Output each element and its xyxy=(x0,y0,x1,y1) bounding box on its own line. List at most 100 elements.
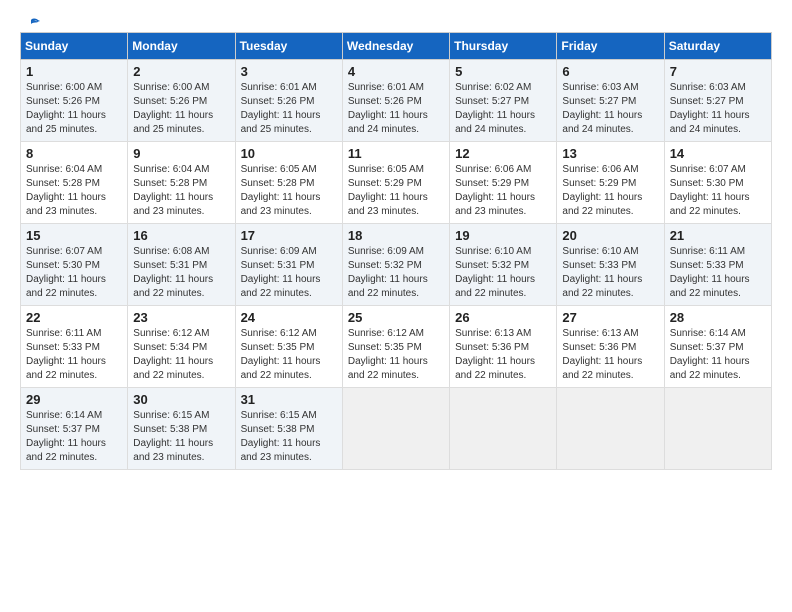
calendar-cell: 19 Sunrise: 6:10 AM Sunset: 5:32 PM Dayli… xyxy=(450,224,557,306)
day-info: Sunrise: 6:04 AM Sunset: 5:28 PM Dayligh… xyxy=(26,163,122,219)
day-number: 1 xyxy=(26,64,122,79)
day-number: 8 xyxy=(26,146,122,161)
calendar-cell: 10 Sunrise: 6:05 AM Sunset: 5:28 PM Dayli… xyxy=(235,142,342,224)
calendar-week-5: 29 Sunrise: 6:14 AM Sunset: 5:37 PM Dayli… xyxy=(21,388,772,470)
calendar-cell: 18 Sunrise: 6:09 AM Sunset: 5:32 PM Dayli… xyxy=(342,224,449,306)
calendar-weekday-saturday: Saturday xyxy=(664,33,771,60)
day-info: Sunrise: 6:09 AM Sunset: 5:31 PM Dayligh… xyxy=(241,245,337,301)
calendar-cell xyxy=(342,388,449,470)
calendar-weekday-wednesday: Wednesday xyxy=(342,33,449,60)
day-info: Sunrise: 6:12 AM Sunset: 5:35 PM Dayligh… xyxy=(241,327,337,383)
day-info: Sunrise: 6:05 AM Sunset: 5:28 PM Dayligh… xyxy=(241,163,337,219)
day-number: 20 xyxy=(562,228,658,243)
day-info: Sunrise: 6:12 AM Sunset: 5:35 PM Dayligh… xyxy=(348,327,444,383)
calendar-cell: 27Sunrise: 6:13 AM Sunset: 5:36 PM Dayli… xyxy=(557,306,664,388)
calendar-cell: 2 Sunrise: 6:00 AM Sunset: 5:26 PM Daylig… xyxy=(128,60,235,142)
calendar-weekday-thursday: Thursday xyxy=(450,33,557,60)
day-number: 27 xyxy=(562,310,658,325)
day-info: Sunrise: 6:03 AM Sunset: 5:27 PM Dayligh… xyxy=(562,81,658,137)
calendar-weekday-sunday: Sunday xyxy=(21,33,128,60)
calendar-weekday-monday: Monday xyxy=(128,33,235,60)
day-info: Sunrise: 6:01 AM Sunset: 5:26 PM Dayligh… xyxy=(241,81,337,137)
day-number: 22 xyxy=(26,310,122,325)
day-info: Sunrise: 6:12 AM Sunset: 5:34 PM Dayligh… xyxy=(133,327,229,383)
calendar-cell: 16 Sunrise: 6:08 AM Sunset: 5:31 PM Dayli… xyxy=(128,224,235,306)
calendar-week-3: 15 Sunrise: 6:07 AM Sunset: 5:30 PM Dayli… xyxy=(21,224,772,306)
calendar-header-row: SundayMondayTuesdayWednesdayThursdayFrid… xyxy=(21,33,772,60)
calendar-cell: 23Sunrise: 6:12 AM Sunset: 5:34 PM Dayli… xyxy=(128,306,235,388)
day-number: 3 xyxy=(241,64,337,79)
calendar-cell: 11 Sunrise: 6:05 AM Sunset: 5:29 PM Dayli… xyxy=(342,142,449,224)
calendar-table: SundayMondayTuesdayWednesdayThursdayFrid… xyxy=(20,32,772,470)
calendar-cell: 1 Sunrise: 6:00 AM Sunset: 5:26 PM Daylig… xyxy=(21,60,128,142)
calendar-cell: 8 Sunrise: 6:04 AM Sunset: 5:28 PM Daylig… xyxy=(21,142,128,224)
day-info: Sunrise: 6:03 AM Sunset: 5:27 PM Dayligh… xyxy=(670,81,766,137)
day-info: Sunrise: 6:00 AM Sunset: 5:26 PM Dayligh… xyxy=(26,81,122,137)
calendar-cell: 12Sunrise: 6:06 AM Sunset: 5:29 PM Dayli… xyxy=(450,142,557,224)
calendar-cell: 14Sunrise: 6:07 AM Sunset: 5:30 PM Dayli… xyxy=(664,142,771,224)
calendar-cell: 29 Sunrise: 6:14 AM Sunset: 5:37 PM Dayli… xyxy=(21,388,128,470)
day-number: 11 xyxy=(348,146,444,161)
calendar-cell xyxy=(557,388,664,470)
day-info: Sunrise: 6:11 AM Sunset: 5:33 PM Dayligh… xyxy=(670,245,766,301)
day-number: 29 xyxy=(26,392,122,407)
day-number: 21 xyxy=(670,228,766,243)
day-info: Sunrise: 6:05 AM Sunset: 5:29 PM Dayligh… xyxy=(348,163,444,219)
day-number: 2 xyxy=(133,64,229,79)
calendar-cell: 28Sunrise: 6:14 AM Sunset: 5:37 PM Dayli… xyxy=(664,306,771,388)
calendar-cell: 26 Sunrise: 6:13 AM Sunset: 5:36 PM Dayli… xyxy=(450,306,557,388)
calendar-cell: 5Sunrise: 6:02 AM Sunset: 5:27 PM Daylig… xyxy=(450,60,557,142)
calendar-cell: 7Sunrise: 6:03 AM Sunset: 5:27 PM Daylig… xyxy=(664,60,771,142)
day-number: 16 xyxy=(133,228,229,243)
calendar-cell: 21 Sunrise: 6:11 AM Sunset: 5:33 PM Dayli… xyxy=(664,224,771,306)
calendar-cell: 4 Sunrise: 6:01 AM Sunset: 5:26 PM Daylig… xyxy=(342,60,449,142)
calendar-week-2: 8 Sunrise: 6:04 AM Sunset: 5:28 PM Daylig… xyxy=(21,142,772,224)
day-info: Sunrise: 6:09 AM Sunset: 5:32 PM Dayligh… xyxy=(348,245,444,301)
day-number: 4 xyxy=(348,64,444,79)
calendar-cell: 30 Sunrise: 6:15 AM Sunset: 5:38 PM Dayli… xyxy=(128,388,235,470)
calendar-cell: 31 Sunrise: 6:15 AM Sunset: 5:38 PM Dayli… xyxy=(235,388,342,470)
day-number: 25 xyxy=(348,310,444,325)
day-number: 31 xyxy=(241,392,337,407)
day-number: 13 xyxy=(562,146,658,161)
day-info: Sunrise: 6:06 AM Sunset: 5:29 PM Dayligh… xyxy=(562,163,658,219)
day-info: Sunrise: 6:01 AM Sunset: 5:26 PM Dayligh… xyxy=(348,81,444,137)
calendar-cell: 9 Sunrise: 6:04 AM Sunset: 5:28 PM Daylig… xyxy=(128,142,235,224)
calendar-cell xyxy=(664,388,771,470)
day-number: 18 xyxy=(348,228,444,243)
day-info: Sunrise: 6:10 AM Sunset: 5:32 PM Dayligh… xyxy=(455,245,551,301)
day-number: 24 xyxy=(241,310,337,325)
calendar-cell: 6Sunrise: 6:03 AM Sunset: 5:27 PM Daylig… xyxy=(557,60,664,142)
day-number: 15 xyxy=(26,228,122,243)
calendar-cell: 20 Sunrise: 6:10 AM Sunset: 5:33 PM Dayli… xyxy=(557,224,664,306)
day-info: Sunrise: 6:15 AM Sunset: 5:38 PM Dayligh… xyxy=(241,409,337,465)
day-info: Sunrise: 6:15 AM Sunset: 5:38 PM Dayligh… xyxy=(133,409,229,465)
calendar-week-4: 22 Sunrise: 6:11 AM Sunset: 5:33 PM Dayli… xyxy=(21,306,772,388)
calendar-weekday-friday: Friday xyxy=(557,33,664,60)
day-info: Sunrise: 6:13 AM Sunset: 5:36 PM Dayligh… xyxy=(455,327,551,383)
day-info: Sunrise: 6:14 AM Sunset: 5:37 PM Dayligh… xyxy=(670,327,766,383)
calendar-cell: 13 Sunrise: 6:06 AM Sunset: 5:29 PM Dayli… xyxy=(557,142,664,224)
day-info: Sunrise: 6:08 AM Sunset: 5:31 PM Dayligh… xyxy=(133,245,229,301)
day-info: Sunrise: 6:06 AM Sunset: 5:29 PM Dayligh… xyxy=(455,163,551,219)
day-number: 5 xyxy=(455,64,551,79)
day-number: 30 xyxy=(133,392,229,407)
calendar-weekday-tuesday: Tuesday xyxy=(235,33,342,60)
day-number: 19 xyxy=(455,228,551,243)
page-header xyxy=(20,20,772,22)
day-info: Sunrise: 6:14 AM Sunset: 5:37 PM Dayligh… xyxy=(26,409,122,465)
calendar-cell: 25 Sunrise: 6:12 AM Sunset: 5:35 PM Dayli… xyxy=(342,306,449,388)
day-info: Sunrise: 6:04 AM Sunset: 5:28 PM Dayligh… xyxy=(133,163,229,219)
day-info: Sunrise: 6:11 AM Sunset: 5:33 PM Dayligh… xyxy=(26,327,122,383)
day-info: Sunrise: 6:07 AM Sunset: 5:30 PM Dayligh… xyxy=(670,163,766,219)
day-number: 10 xyxy=(241,146,337,161)
day-info: Sunrise: 6:10 AM Sunset: 5:33 PM Dayligh… xyxy=(562,245,658,301)
day-number: 9 xyxy=(133,146,229,161)
day-number: 26 xyxy=(455,310,551,325)
calendar-cell: 24 Sunrise: 6:12 AM Sunset: 5:35 PM Dayli… xyxy=(235,306,342,388)
day-number: 17 xyxy=(241,228,337,243)
day-info: Sunrise: 6:07 AM Sunset: 5:30 PM Dayligh… xyxy=(26,245,122,301)
day-info: Sunrise: 6:00 AM Sunset: 5:26 PM Dayligh… xyxy=(133,81,229,137)
calendar-cell: 3 Sunrise: 6:01 AM Sunset: 5:26 PM Daylig… xyxy=(235,60,342,142)
calendar-week-1: 1 Sunrise: 6:00 AM Sunset: 5:26 PM Daylig… xyxy=(21,60,772,142)
